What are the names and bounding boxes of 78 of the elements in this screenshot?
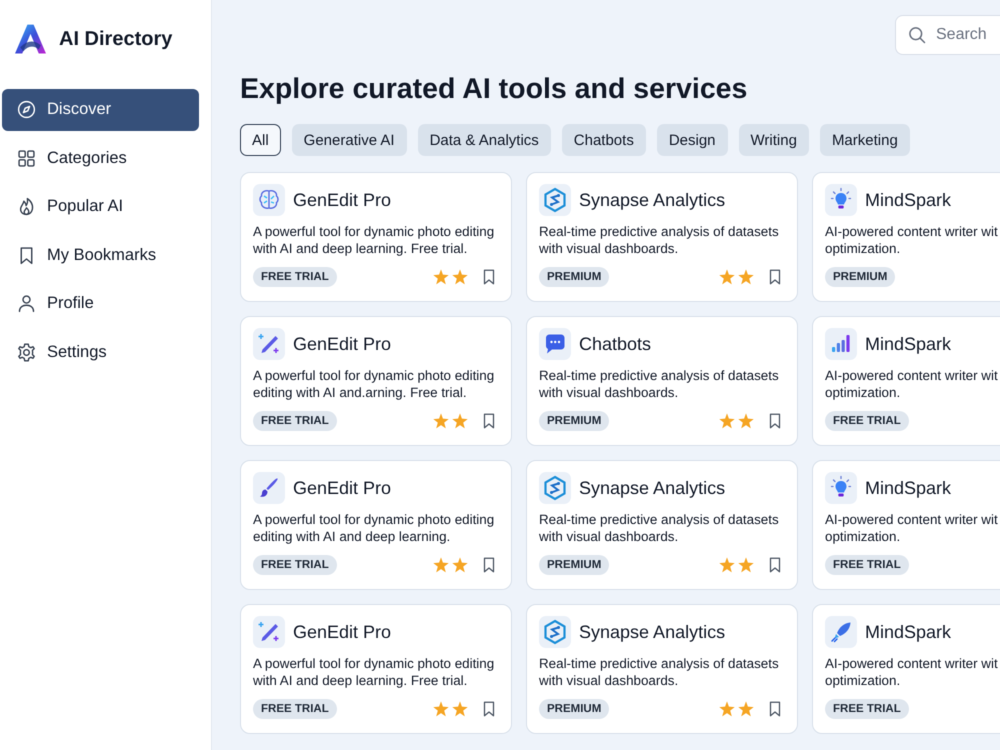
- tool-description: AI-powered content writer wit optimization.: [825, 367, 999, 401]
- filter-chip[interactable]: Generative AI: [292, 124, 407, 156]
- tool-card[interactable]: MindSpark AI-powered content writer wit optimization. FREE TRIAL: [812, 604, 1000, 734]
- tool-card[interactable]: GenEdit Pro A powerful tool for dynamic photo editing editing with AI and.arning. Free trial. FREE TRIAL: [240, 316, 512, 446]
- nav-item[interactable]: Settings: [2, 332, 199, 373]
- nav-item[interactable]: Categories: [2, 138, 199, 179]
- filter-chip[interactable]: Marketing: [820, 124, 910, 156]
- compass-icon: [16, 99, 37, 120]
- tool-card[interactable]: MindSpark AI-powered content writer wit optimization. FREE TRIAL: [812, 460, 1000, 590]
- tool-card[interactable]: MindSpark AI-powered content writer wit optimization. PREMIUM: [812, 172, 1000, 302]
- chat-icon: [539, 328, 571, 360]
- page-heading: Explore curated AI tools and services: [240, 73, 748, 107]
- tool-card[interactable]: Synapse Analytics Real-time predictive analysis of datasets with visual dashboards. PREMIUM: [526, 604, 798, 734]
- tool-card[interactable]: GenEdit Pro A powerful tool for dynamic photo editing editing with AI and deep learning. FREE TRIAL: [240, 460, 512, 590]
- rocket-icon: [825, 616, 857, 648]
- pricing-badge: PREMIUM: [539, 699, 610, 719]
- tool-description: AI-powered content writer wit optimization.: [825, 511, 999, 545]
- tool-description: Real-time predictive analysis of datasets with visual dashboards.: [539, 223, 780, 257]
- tool-name: MindSpark: [865, 190, 952, 210]
- filter-chip[interactable]: Writing: [738, 124, 809, 156]
- tool-card[interactable]: MindSpark AI-powered content writer wit optimization. FREE TRIAL: [812, 316, 1000, 446]
- search-field[interactable]: Search: [895, 15, 1000, 55]
- pricing-badge: FREE TRIAL: [253, 555, 337, 575]
- nav-item[interactable]: Popular AI: [2, 186, 199, 228]
- brain-icon: [253, 184, 285, 216]
- tool-card[interactable]: Synapse Analytics Real-time predictive analysis of datasets with visual dashboards. PREMIUM: [526, 172, 798, 302]
- grid-icon: [16, 148, 37, 169]
- tool-name: MindSpark: [865, 334, 952, 354]
- tool-card[interactable]: GenEdit Pro A powerful tool for dynamic photo editing with AI and deep learning. Free trial. FREE TRIAL: [240, 172, 512, 302]
- tool-name: Chatbots: [579, 334, 652, 354]
- pricing-badge: FREE TRIAL: [825, 699, 909, 719]
- tool-name: GenEdit Pro: [293, 334, 392, 354]
- tool-name: GenEdit Pro: [293, 622, 392, 642]
- tool-description: Real-time predictive analysis of datasets with visual dashboards.: [539, 511, 780, 545]
- tool-name: GenEdit Pro: [293, 190, 392, 210]
- tool-name: MindSpark: [865, 622, 952, 642]
- pricing-badge: FREE TRIAL: [253, 411, 337, 431]
- tool-description: A powerful tool for dynamic photo editing editing with AI and.arning. Free trial.: [253, 367, 496, 401]
- tool-name: Synapse Analytics: [579, 190, 726, 210]
- pricing-badge: FREE TRIAL: [825, 555, 909, 575]
- pricing-badge: PREMIUM: [539, 267, 610, 287]
- filter-chip[interactable]: Design: [656, 124, 728, 156]
- user-icon: [16, 293, 37, 314]
- app-title: AI Directory: [59, 28, 172, 50]
- tool-description: AI-powered content writer wit optimization.: [825, 223, 999, 257]
- pricing-badge: PREMIUM: [539, 555, 610, 575]
- tool-description: Real-time predictive analysis of datasets with visual dashboards.: [539, 367, 780, 401]
- nav-item[interactable]: Profile: [2, 283, 199, 324]
- pricing-badge: PREMIUM: [539, 411, 610, 431]
- tool-description: A powerful tool for dynamic photo editing editing with AI and deep learning.: [253, 511, 496, 545]
- tool-card[interactable]: Synapse Analytics Real-time predictive analysis of datasets with visual dashboards. PREMIUM: [526, 460, 798, 590]
- lightbulb-icon: [825, 472, 857, 504]
- pricing-badge: FREE TRIAL: [253, 267, 337, 287]
- filter-chip[interactable]: Chatbots: [562, 124, 646, 156]
- wand-icon: [253, 616, 285, 648]
- tool-description: A powerful tool for dynamic photo editing with AI and deep learning. Free trial.: [253, 655, 496, 689]
- logo-icon: [14, 22, 47, 56]
- nav-item[interactable]: Discover: [2, 89, 199, 130]
- tool-description: A powerful tool for dynamic photo editing with AI and deep learning. Free trial.: [253, 223, 496, 257]
- tool-card[interactable]: GenEdit Pro A powerful tool for dynamic photo editing with AI and deep learning. Free trial. FREE TRIAL: [240, 604, 512, 734]
- tool-name: Synapse Analytics: [579, 622, 726, 642]
- filter-chip[interactable]: Data & Analytics: [418, 124, 551, 156]
- tool-name: Synapse Analytics: [579, 478, 726, 498]
- bar-chart-icon: [825, 328, 857, 360]
- filter-chip[interactable]: All: [240, 124, 281, 156]
- pricing-badge: FREE TRIAL: [825, 411, 909, 431]
- tool-description: AI-powered content writer wit optimization.: [825, 655, 999, 689]
- tool-description: Real-time predictive analysis of datasets with visual dashboards.: [539, 655, 780, 689]
- tool-name: MindSpark: [865, 478, 952, 498]
- pricing-badge: PREMIUM: [825, 267, 896, 287]
- tool-name: GenEdit Pro: [293, 478, 392, 498]
- tool-card[interactable]: Chatbots Real-time predictive analysis of datasets with visual dashboards. PREMIUM: [526, 316, 798, 446]
- settings-icon: [16, 342, 37, 363]
- wand-icon: [253, 328, 285, 360]
- brush-icon: [253, 472, 285, 504]
- lightbulb-icon: [825, 184, 857, 216]
- pricing-badge: FREE TRIAL: [253, 699, 337, 719]
- nav-item[interactable]: My Bookmarks: [2, 234, 199, 276]
